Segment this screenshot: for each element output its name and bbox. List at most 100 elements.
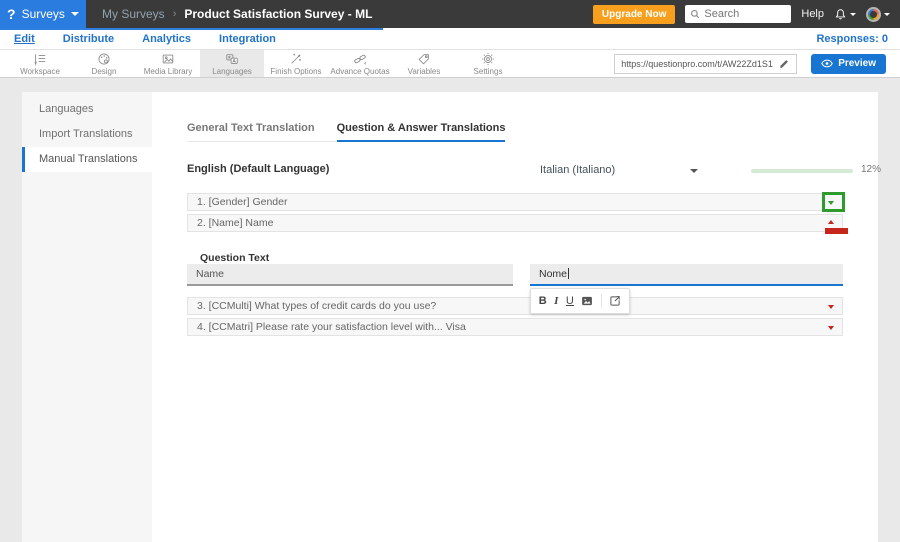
tab-question-answer-translations[interactable]: Question & Answer Translations	[336, 122, 506, 142]
tab-distribute[interactable]: Distribute	[63, 33, 114, 45]
search-input[interactable]	[704, 8, 785, 20]
insert-link-button[interactable]	[609, 295, 621, 307]
preview-label: Preview	[838, 58, 876, 69]
source-text-value: Name	[196, 268, 225, 280]
toolbar-item-label: Media Library	[143, 66, 193, 76]
target-text-value: Nome	[539, 268, 568, 280]
question-title: 4. [CCMatri] Please rate your satisfacti…	[197, 321, 466, 333]
expand-question-icon[interactable]	[828, 305, 834, 309]
question-row-name[interactable]: 2. [Name] Name	[187, 214, 843, 232]
toolbar-item-design[interactable]: Design	[72, 50, 136, 77]
product-switcher[interactable]: ? Surveys	[0, 0, 86, 28]
breadcrumb: My Surveys › Product Satisfaction Survey…	[102, 7, 372, 21]
questionpro-logo: ?	[7, 6, 16, 22]
settings-gear-icon	[481, 52, 495, 66]
tab-integration[interactable]: Integration	[219, 33, 276, 45]
chevron-down-icon	[70, 12, 79, 16]
advance-quotas-chain-icon	[353, 52, 367, 66]
chevron-down-icon	[850, 12, 856, 16]
chevron-down-icon[interactable]	[690, 169, 698, 173]
toolbar-item-label: Variables	[407, 66, 441, 76]
breadcrumb-separator: ›	[172, 8, 177, 20]
toolbar-item-finish-options[interactable]: Finish Options	[264, 50, 328, 77]
toolbar-item-workspace[interactable]: Workspace	[8, 50, 72, 77]
toolbar-item-settings[interactable]: Settings	[456, 50, 520, 77]
search-icon	[690, 9, 700, 19]
help-link[interactable]: Help	[801, 8, 824, 20]
underline-button[interactable]: U	[566, 295, 574, 307]
translations-sidebar: Languages Import Translations Manual Tra…	[22, 92, 152, 542]
workspace-icon	[33, 52, 47, 66]
question-row-gender[interactable]: 1. [Gender] Gender	[187, 193, 843, 211]
manual-translations-panel: General Text Translation Question & Answ…	[152, 92, 881, 542]
target-translation-input[interactable]: Nome	[530, 264, 843, 286]
toolbar-item-variables[interactable]: Variables	[392, 50, 456, 77]
toolbar-item-media-library[interactable]: Media Library	[136, 50, 200, 77]
bold-button[interactable]: B	[539, 295, 547, 307]
content-area: Languages Import Translations Manual Tra…	[0, 78, 900, 542]
source-text-field: Name	[187, 264, 513, 286]
survey-nav: Edit Distribute Analytics Integration Re…	[0, 28, 900, 50]
question-title: 1. [Gender] Gender	[197, 196, 288, 208]
italic-button[interactable]: I	[554, 295, 558, 307]
header-actions: Upgrade Now Help	[592, 4, 900, 24]
expand-question-icon[interactable]	[828, 201, 834, 205]
question-row-ccmulti[interactable]: 3. [CCMulti] What types of credit cards …	[187, 297, 843, 315]
responses-count[interactable]: Responses: 0	[816, 33, 888, 45]
toolbar-item-label: Design	[91, 66, 117, 76]
eye-icon	[821, 59, 834, 68]
toolbar-item-languages[interactable]: Languages	[200, 50, 264, 77]
tab-general-text-translation[interactable]: General Text Translation	[187, 122, 315, 142]
variables-tag-icon	[417, 52, 431, 66]
chevron-down-icon	[884, 12, 890, 16]
avatar	[866, 6, 881, 22]
product-label: Surveys	[21, 7, 65, 21]
language-row: English (Default Language) Italian (Ital…	[187, 163, 881, 179]
expand-question-icon[interactable]	[828, 326, 834, 330]
question-row-ccmatri[interactable]: 4. [CCMatri] Please rate your satisfacti…	[187, 318, 843, 336]
top-header: ? Surveys My Surveys › Product Satisfact…	[0, 0, 900, 28]
toolbar-item-label: Workspace	[20, 66, 60, 76]
edit-toolbar: Workspace Design Media Library Languages…	[0, 50, 900, 78]
account-menu[interactable]	[866, 6, 890, 22]
upgrade-now-button[interactable]: Upgrade Now	[592, 4, 676, 24]
toolbar-right: Preview	[614, 50, 900, 77]
bell-icon	[834, 8, 847, 21]
toolbar-item-label: Settings	[473, 66, 503, 76]
tab-analytics[interactable]: Analytics	[142, 33, 191, 45]
translation-tabs: General Text Translation Question & Answ…	[187, 122, 506, 142]
breadcrumb-current-survey: Product Satisfaction Survey - ML	[184, 7, 373, 21]
source-language-label: English (Default Language)	[187, 163, 330, 175]
toolbar-item-advance-quotas[interactable]: Advance Quotas	[328, 50, 392, 77]
translation-progress-percent: 12%	[861, 164, 882, 175]
breadcrumb-my-surveys[interactable]: My Surveys	[102, 7, 165, 21]
preview-button[interactable]: Preview	[811, 53, 886, 74]
sidebar-item-import-translations[interactable]: Import Translations	[22, 122, 152, 147]
toolbar-item-label: Languages	[212, 66, 252, 76]
text-cursor	[568, 268, 570, 279]
question-title: 3. [CCMulti] What types of credit cards …	[197, 300, 437, 312]
question-text-label: Question Text	[200, 252, 270, 264]
tab-edit[interactable]: Edit	[14, 33, 35, 45]
sidebar-item-manual-translations[interactable]: Manual Translations	[22, 147, 152, 172]
question-title: 2. [Name] Name	[197, 217, 274, 229]
format-toolbar: B I U	[530, 288, 630, 314]
app-root: ? Surveys My Surveys › Product Satisfact…	[0, 0, 900, 542]
global-search[interactable]	[685, 5, 792, 23]
translation-progress-bar	[751, 169, 853, 173]
loading-progress-bar	[0, 28, 383, 30]
insert-image-button[interactable]	[581, 295, 593, 307]
notifications-button[interactable]	[834, 8, 856, 21]
collapse-question-icon[interactable]	[828, 220, 834, 224]
edit-url-pencil-icon[interactable]	[779, 58, 790, 69]
sidebar-item-languages[interactable]: Languages	[22, 97, 152, 122]
survey-url-input[interactable]	[621, 58, 774, 69]
toolbar-divider	[600, 294, 602, 308]
target-language-select[interactable]: Italian (Italiano)	[540, 164, 615, 176]
media-library-icon	[161, 52, 175, 66]
design-palette-icon	[97, 52, 111, 66]
finish-options-wand-icon	[289, 52, 303, 66]
survey-url-field[interactable]	[614, 53, 798, 74]
toolbar-item-label: Finish Options	[270, 66, 322, 76]
toolbar-item-label: Advance Quotas	[330, 66, 390, 76]
